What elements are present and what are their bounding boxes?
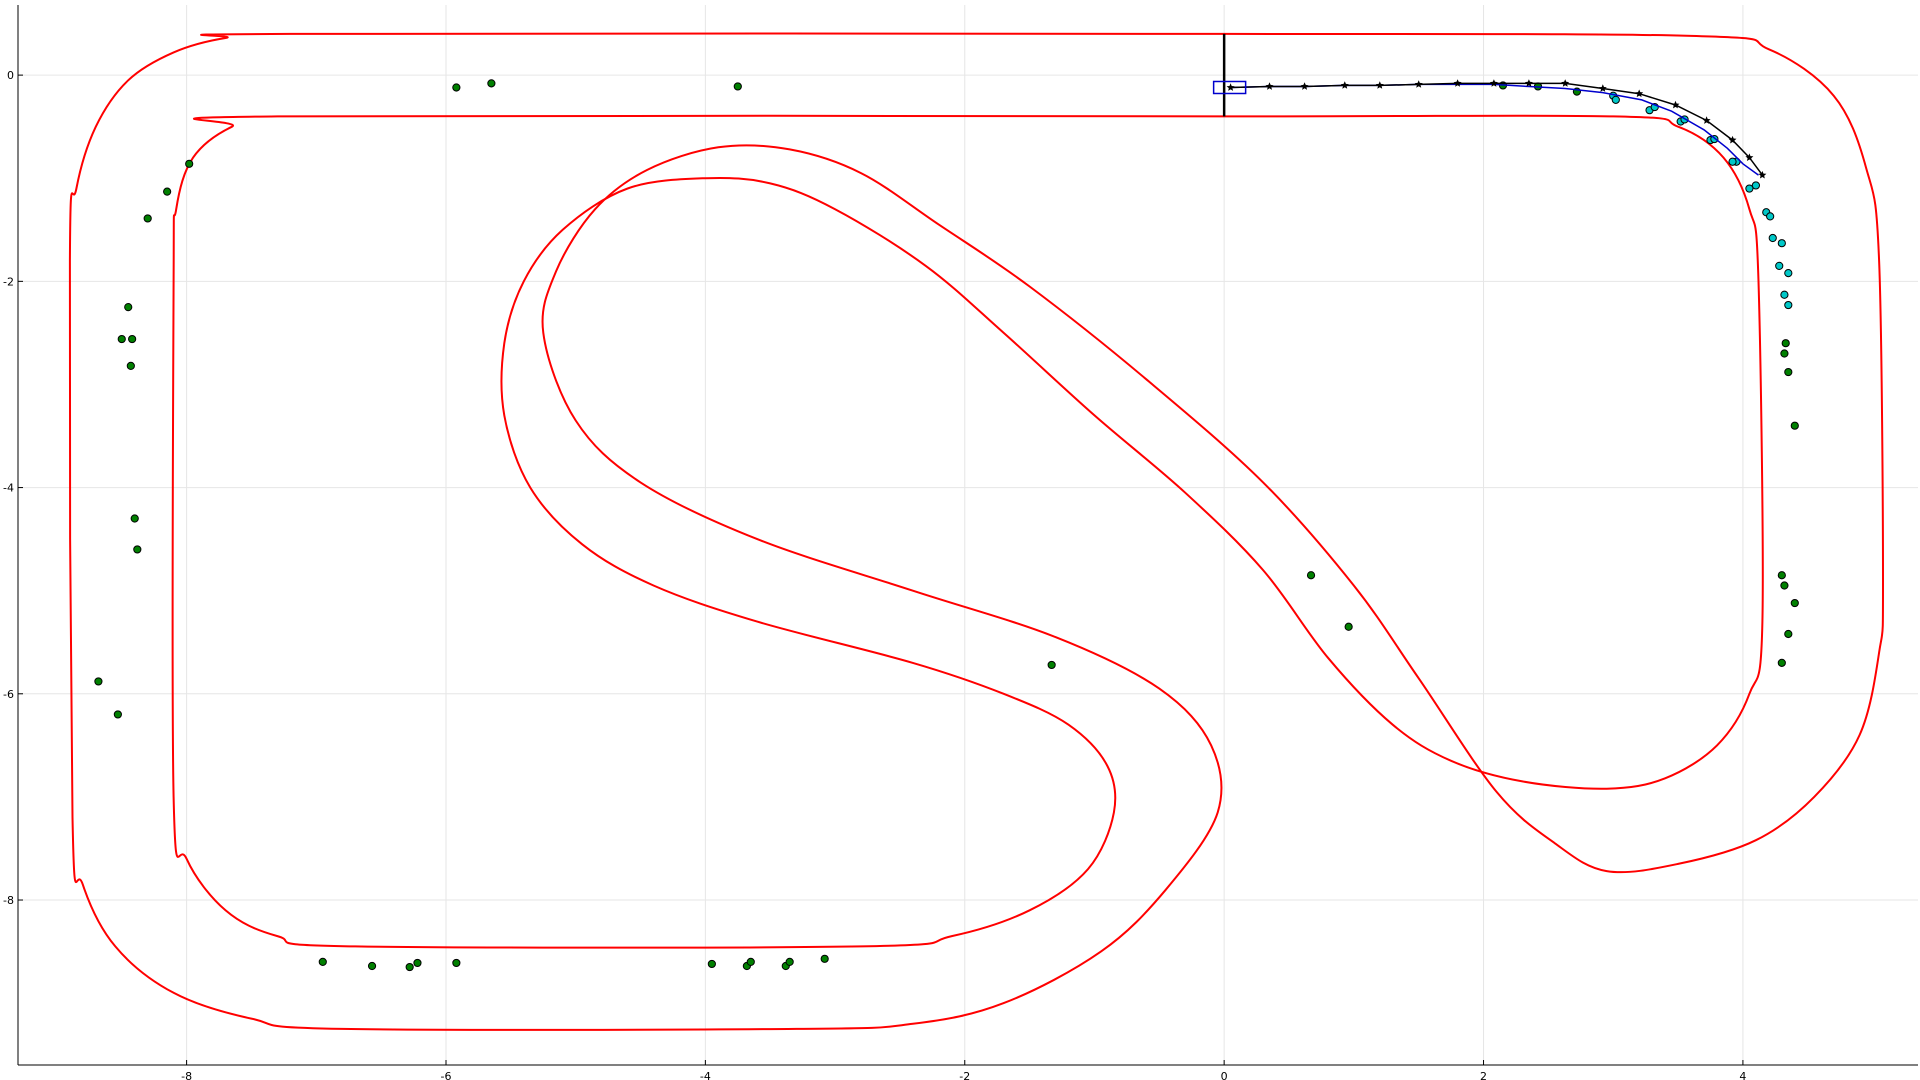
x-tick-label-1: -6 [441, 1070, 452, 1080]
landmark-point-24 [820, 954, 829, 963]
landmark-point-39 [1777, 658, 1786, 667]
landmark-point-31 [1781, 339, 1790, 348]
landmark-point-1 [487, 79, 496, 88]
landmark-point-14 [318, 957, 327, 966]
reference-path-star-10 [1598, 84, 1607, 92]
observed-landmark-point-18 [1777, 239, 1786, 248]
landmark-point-23 [785, 957, 794, 966]
landmark-point-25 [1047, 660, 1056, 670]
x-tick-label-6: 4 [1739, 1070, 1746, 1080]
y-tick-label-4: -8 [3, 894, 14, 907]
y-tick-label-2: -4 [3, 482, 14, 495]
reference-path-star-0 [1226, 83, 1235, 91]
landmark-point-21 [746, 957, 755, 966]
x-tick-label-4: 0 [1221, 1070, 1228, 1080]
observed-landmark-point-8 [1775, 261, 1784, 270]
landmark-point-36 [1780, 581, 1789, 590]
reference-path-star-5 [1414, 80, 1423, 88]
reference-path-star-9 [1561, 79, 1570, 87]
predicted-path-line [1230, 83, 1759, 176]
y-tick-labels: 0 -2 -4 -6 -8 [3, 69, 23, 907]
landmark-point-38 [1784, 629, 1793, 639]
track-boundary-outer [68, 32, 1885, 1031]
grid-lines [18, 5, 1918, 1065]
landmark-point-6 [124, 303, 133, 312]
landmark-point-33 [1784, 367, 1793, 377]
y-tick-label-1: -2 [3, 275, 14, 288]
reference-path-star-2 [1300, 82, 1309, 90]
landmark-point-13 [113, 710, 122, 719]
reference-path-star-4 [1375, 81, 1384, 89]
landmark-point-0 [452, 83, 461, 92]
y-tick-label-3: -6 [3, 688, 14, 701]
landmark-point-26 [1306, 571, 1316, 580]
x-tick-label-0: -8 [181, 1070, 192, 1080]
reference-path-star-3 [1340, 81, 1349, 89]
reference-path-star-11 [1635, 89, 1644, 98]
landmark-points [94, 79, 1799, 972]
observed-landmark-point-10 [1784, 300, 1793, 310]
landmark-point-12 [94, 677, 103, 686]
landmark-point-3 [185, 159, 194, 168]
x-tick-label-5: 2 [1480, 1070, 1487, 1080]
landmark-point-2 [733, 82, 742, 91]
track-boundaries [68, 32, 1885, 1031]
landmark-point-4 [163, 187, 172, 196]
landmark-point-32 [1780, 349, 1789, 358]
landmark-point-34 [1790, 421, 1799, 430]
landmark-point-5 [143, 214, 152, 223]
reference-path-star-6 [1453, 79, 1462, 87]
observed-landmark-point-19 [1784, 268, 1793, 278]
observed-landmark-point-7 [1768, 233, 1777, 243]
observed-landmark-point-17 [1766, 212, 1775, 221]
reference-path-star-12 [1671, 100, 1680, 109]
landmark-point-19 [707, 959, 716, 969]
reference-path-star-7 [1489, 79, 1498, 87]
landmark-point-10 [130, 514, 139, 523]
landmark-point-27 [1344, 622, 1353, 631]
x-tick-label-2: -4 [700, 1070, 711, 1080]
x-tick-label-3: -2 [959, 1070, 970, 1080]
landmark-point-11 [133, 545, 142, 554]
landmark-point-17 [413, 958, 422, 968]
landmark-point-8 [128, 334, 137, 344]
landmark-point-7 [117, 334, 126, 344]
observed-landmark-point-9 [1780, 290, 1789, 299]
track-plot: -8 -6 -4 -2 0 2 4 0 -2 -4 -6 -8 [3, 5, 1918, 1080]
landmark-point-37 [1790, 598, 1799, 608]
observed-landmark-point-11 [1611, 95, 1620, 104]
landmark-point-15 [367, 961, 377, 971]
reference-path-star-1 [1265, 82, 1274, 90]
x-tick-labels: -8 -6 -4 -2 0 2 4 [181, 1060, 1746, 1080]
landmark-point-35 [1777, 571, 1786, 580]
landmark-point-18 [452, 958, 461, 968]
axes [17, 5, 1918, 1066]
y-tick-label-0: 0 [7, 69, 14, 82]
landmark-point-16 [405, 962, 414, 972]
observed-landmark-point-15 [1728, 157, 1737, 166]
observed-landmark-point-16 [1745, 184, 1754, 193]
track-boundary-inner [171, 114, 1764, 949]
landmark-point-9 [126, 361, 135, 370]
